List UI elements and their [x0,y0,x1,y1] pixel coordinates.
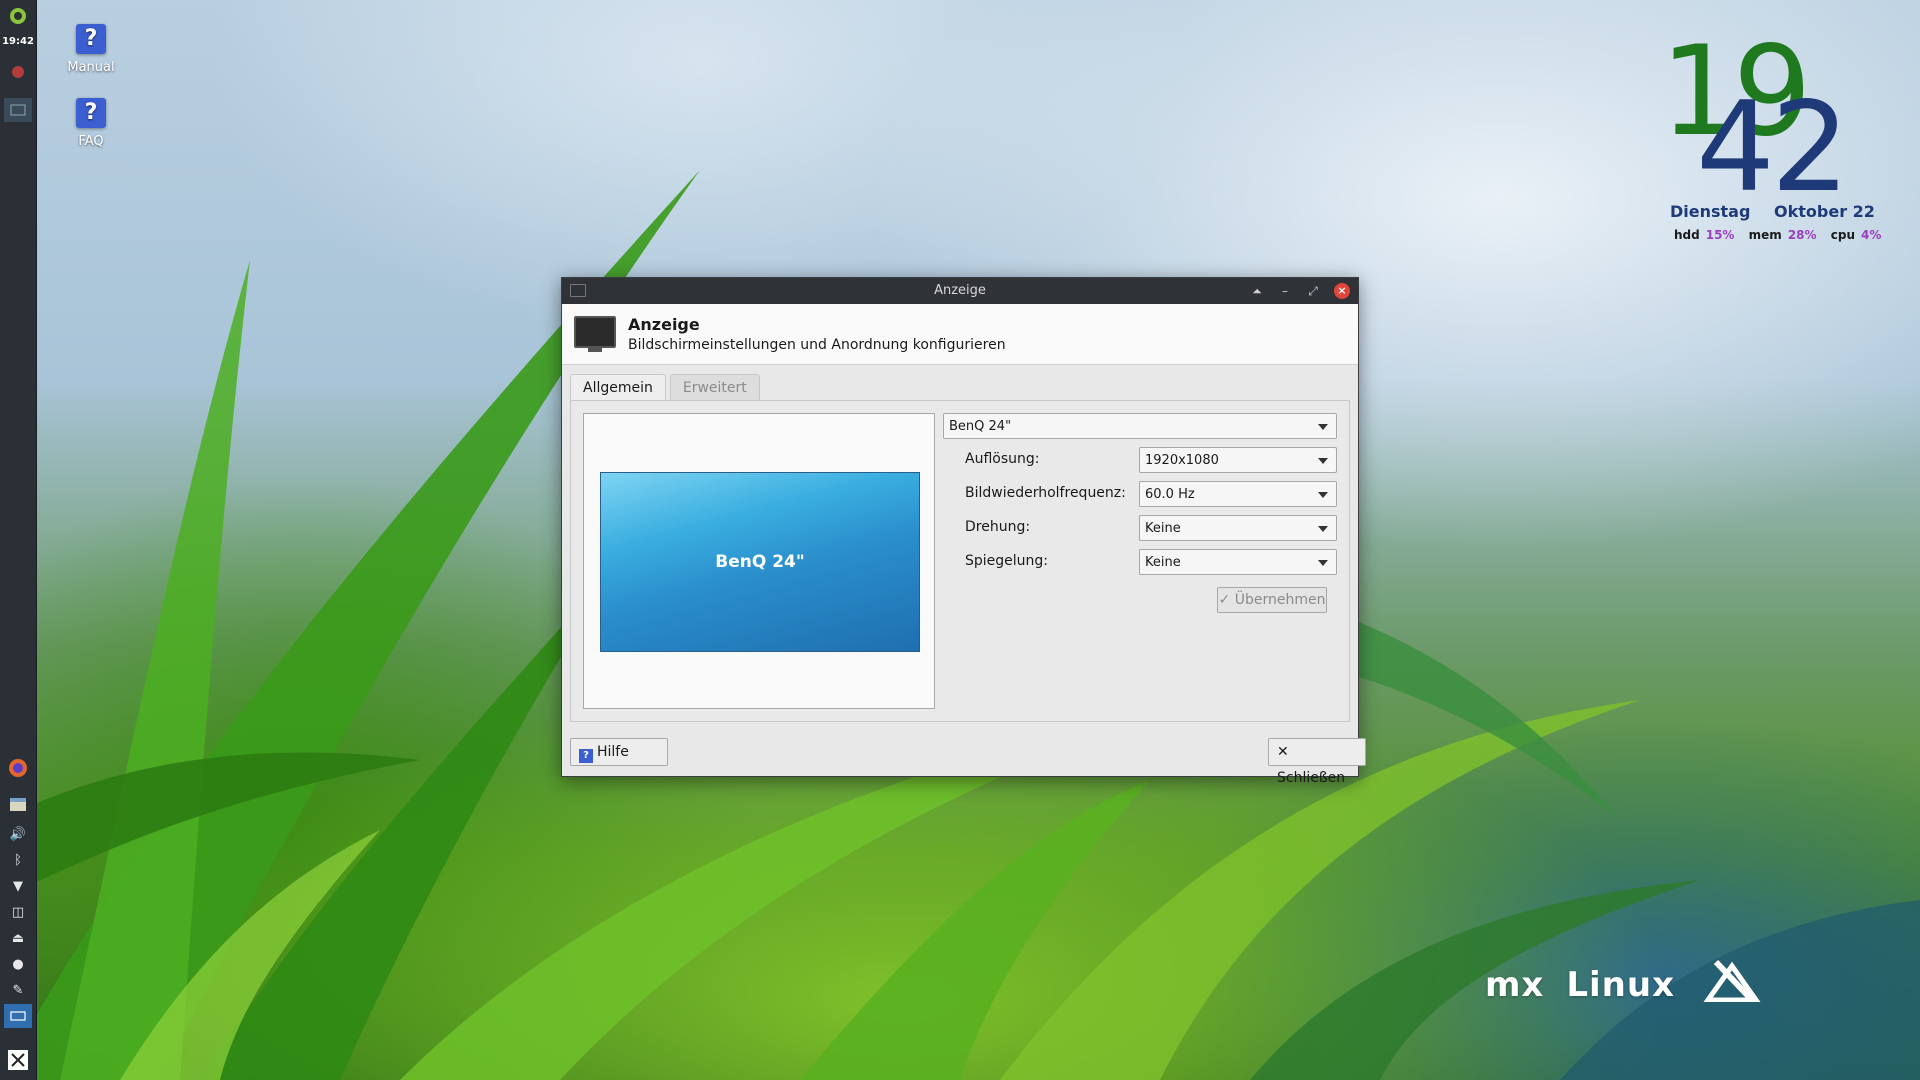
window-title: Anzeige [934,283,986,298]
help-icon: ? [579,749,593,763]
conky-month-day: Oktober 22 [1774,202,1875,221]
desktop-icon-manual[interactable]: ? Manual [46,24,136,75]
logo-mx: mx [1485,965,1545,1005]
help-label: Hilfe [597,744,629,760]
panel-app-icon[interactable] [4,60,32,84]
volume-icon[interactable]: 🔊 [4,822,32,846]
mx-x-logo-icon [1703,959,1761,1003]
stat-label: hdd [1674,228,1700,242]
rotation-value: Keine [1145,521,1181,536]
resolution-label: Auflösung: [965,451,1040,467]
clipboard-icon[interactable]: ✎ [4,978,32,1002]
app-menu-icon[interactable] [4,4,32,28]
display-settings-dialog: Anzeige ⏶ – ⤢ × Anzeige Bildschirmeinste… [561,277,1366,786]
refresh-rate-label: Bildwiederholfrequenz: [965,485,1126,501]
bluetooth-icon[interactable]: ᛒ [4,848,32,872]
eject-icon[interactable]: ⏏ [4,926,32,950]
stat-value: 4% [1860,228,1882,242]
header-title: Anzeige [628,315,700,334]
window-titlebar[interactable]: Anzeige ⏶ – ⤢ × [562,278,1358,304]
close-icon[interactable]: × [1334,283,1350,299]
conky-weekday: Dienstag [1670,202,1751,221]
help-button[interactable]: ? Hilfe [570,738,668,766]
window-monitor-icon [570,284,586,297]
stat-value: 15% [1705,228,1735,242]
minimize-icon[interactable]: – [1278,278,1292,304]
check-icon: ✓ [1218,592,1231,608]
close-x-icon: ✕ [1277,744,1289,760]
file-manager-icon[interactable] [4,792,32,816]
rotation-select[interactable]: Keine [1139,515,1337,541]
header-subtitle: Bildschirmeinstellungen und Anordnung ko… [628,337,1006,353]
refresh-rate-value: 60.0 Hz [1145,487,1195,502]
firefox-icon[interactable] [4,756,32,780]
resolution-value: 1920x1080 [1145,453,1219,468]
maximize-icon[interactable]: ⤢ [1306,278,1320,304]
help-icon: ? [76,98,106,128]
logo-linux: Linux [1566,965,1676,1005]
chevron-down-icon [1318,526,1328,532]
tab-allgemein[interactable]: Allgemein [570,374,666,401]
updater-icon[interactable]: ◫ [4,900,32,924]
monitor-preview[interactable]: BenQ 24" [600,472,920,652]
close-label: Schließen [1277,770,1346,786]
stat-label: cpu [1830,228,1855,242]
mx-logo-icon[interactable] [4,1048,32,1072]
monitor-icon [574,316,616,352]
display-select-value: BenQ 24" [949,419,1012,434]
apply-button[interactable]: ✓ Übernehmen [1217,587,1327,613]
display-select[interactable]: BenQ 24" [943,413,1337,439]
reflection-select[interactable]: Keine [1139,549,1337,575]
mx-linux-logo: mx Linux [1485,958,1762,1005]
reflection-value: Keine [1145,555,1181,570]
tab-bar: Allgemein Erweitert [570,374,764,401]
chevron-down-icon [1318,424,1328,430]
chevron-down-icon [1318,458,1328,464]
desktop-icon-label: Manual [67,60,115,75]
display-preview: BenQ 24" [583,413,935,709]
stat-label: mem [1748,228,1782,242]
conky-widget: 19 42 Dienstag Oktober 22 hdd 15% mem 28% … [1660,30,1900,250]
dialog-header: Anzeige Bildschirmeinstellungen und Anor… [562,304,1358,365]
power-icon[interactable]: ● [4,952,32,976]
tab-page-general: BenQ 24" BenQ 24" Auflösung: 1920x1080 B… [570,400,1350,722]
desktop-icon-label: FAQ [78,134,104,149]
chevron-down-icon [1318,560,1328,566]
refresh-rate-select[interactable]: 60.0 Hz [1139,481,1337,507]
conky-stats: hdd 15% mem 28% cpu 4% [1674,228,1891,242]
monitor-preview-label: BenQ 24" [715,552,805,572]
desktop-icon-faq[interactable]: ? FAQ [46,98,136,149]
side-panel: 19:42 🔊 ᛒ ▼ ◫ ⏏ ● ✎ [0,0,37,1080]
resolution-select[interactable]: 1920x1080 [1139,447,1337,473]
panel-clock[interactable]: 19:42 [0,36,36,47]
stat-value: 28% [1787,228,1817,242]
conky-minute: 42 [1696,76,1850,220]
help-icon: ? [76,24,106,54]
close-button[interactable]: ✕ Schließen [1268,738,1366,786]
tab-erweitert[interactable]: Erweitert [669,374,760,401]
window-button-icon[interactable] [4,98,32,122]
network-icon[interactable]: ▼ [4,874,32,898]
reflection-label: Spiegelung: [965,553,1049,569]
conky-date: Dienstag Oktober 22 [1670,202,1893,221]
rotation-label: Drehung: [965,519,1031,535]
shade-icon[interactable]: ⏶ [1250,278,1264,304]
workspace-icon[interactable] [4,1004,32,1028]
chevron-down-icon [1318,492,1328,498]
apply-label: Übernehmen [1234,592,1326,608]
